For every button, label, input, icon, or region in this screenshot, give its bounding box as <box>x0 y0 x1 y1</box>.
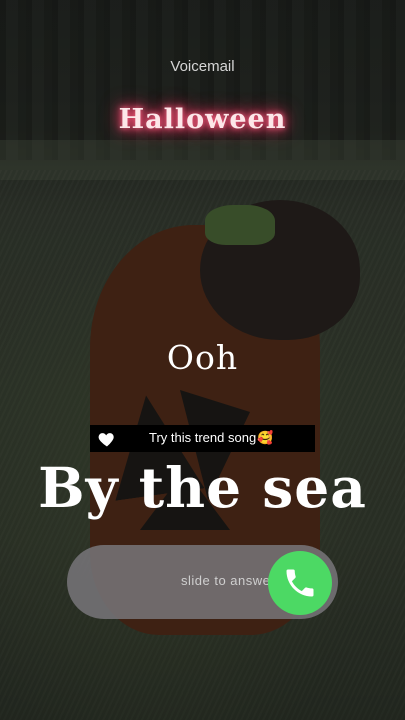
ooh-text: Ooh <box>166 338 239 377</box>
heart-icon <box>98 433 114 447</box>
phone-icon <box>286 569 314 597</box>
smiling-hearts-emoji: 🥰 <box>257 430 274 445</box>
slide-to-answer-label: slide to answer <box>181 573 276 588</box>
song-title: By the sea <box>38 455 367 520</box>
voicemail-label: Voicemail <box>170 58 235 75</box>
halloween-title: Halloween <box>118 104 287 135</box>
banner-text: Try this trend song <box>149 430 257 445</box>
trend-song-banner[interactable]: Try this trend song🥰 <box>90 425 315 452</box>
answer-button[interactable] <box>268 551 332 615</box>
